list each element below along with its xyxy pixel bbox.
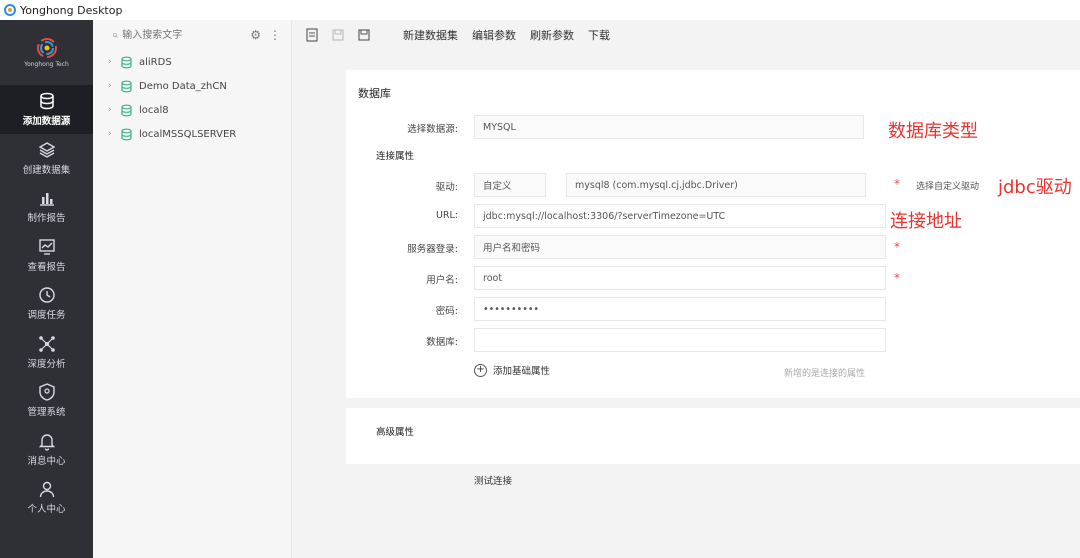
nav-label: 创建数据集 xyxy=(22,164,71,176)
database-icon xyxy=(121,128,132,140)
server-login-select[interactable]: 用户名和密码 xyxy=(474,235,886,259)
password-input[interactable]: •••••••••• xyxy=(474,297,886,321)
select-source-label: 选择数据源: xyxy=(407,124,458,135)
stack-icon xyxy=(38,141,55,158)
nav-create-dataset[interactable]: 创建数据集 xyxy=(0,134,93,183)
window-title: Yonghong Desktop xyxy=(20,3,123,17)
window-titlebar: Yonghong Desktop xyxy=(0,0,1080,20)
tree-search-input[interactable] xyxy=(118,26,239,44)
nav-schedule-task[interactable]: 调度任务 xyxy=(0,279,93,328)
tree-item-alirds[interactable]: › aliRDS xyxy=(93,50,291,74)
bell-icon xyxy=(38,434,55,451)
nav-label: 添加数据源 xyxy=(22,116,71,128)
driver-label: 驱动: xyxy=(435,182,458,193)
advanced-props-card xyxy=(346,408,1080,464)
add-basic-prop-label: 添加基础属性 xyxy=(493,366,551,377)
chevron-right-icon[interactable]: › xyxy=(108,57,120,67)
nav-add-datasource[interactable]: 添加数据源 xyxy=(0,85,93,134)
save-disabled-icon[interactable] xyxy=(331,28,345,42)
network-icon xyxy=(38,335,55,352)
username-input[interactable]: root xyxy=(474,266,886,290)
chevron-right-icon[interactable]: › xyxy=(108,129,120,139)
brand-logo: Yonghong Tech xyxy=(0,20,93,85)
username-label: 用户名: xyxy=(426,275,458,286)
tree-item-label: aliRDS xyxy=(139,56,172,68)
chevron-right-icon[interactable]: › xyxy=(108,105,120,115)
edit-params-button[interactable]: 编辑参数 xyxy=(472,27,516,43)
more-options-icon[interactable]: ⋮ xyxy=(269,28,281,42)
required-marker: * xyxy=(894,177,900,191)
tree-item-label: Demo Data_zhCN xyxy=(139,80,227,92)
main-nav: Yonghong Tech 添加数据源 创建数据集 制作报告 查看报告 调度任务… xyxy=(0,20,93,558)
database-icon xyxy=(121,104,132,116)
database-input[interactable] xyxy=(474,328,886,352)
tree-search-bar: ⚙ ⋮ xyxy=(93,20,291,50)
tree-item-local8[interactable]: › local8 xyxy=(93,98,291,122)
nav-admin-system[interactable]: 管理系统 xyxy=(0,376,93,425)
database-icon xyxy=(121,56,132,68)
nav-label: 个人中心 xyxy=(27,504,66,516)
nav-label: 调度任务 xyxy=(27,310,66,322)
nav-label: 查看报告 xyxy=(27,261,66,273)
brand-logo-icon xyxy=(36,38,57,58)
shield-icon xyxy=(38,383,55,401)
nav-make-report[interactable]: 制作报告 xyxy=(0,182,93,231)
advanced-props-title[interactable]: 高级属性 xyxy=(376,424,414,438)
clock-icon xyxy=(38,287,55,303)
new-dataset-button[interactable]: 新建数据集 xyxy=(403,27,458,43)
line-chart-icon xyxy=(38,239,55,255)
required-marker: * xyxy=(894,271,900,285)
gear-icon[interactable]: ⚙ xyxy=(250,28,261,42)
server-login-label: 服务器登录: xyxy=(407,244,458,255)
bar-chart-icon xyxy=(39,193,54,206)
nav-message-center[interactable]: 消息中心 xyxy=(0,425,93,474)
tree-item-localmssqlserver[interactable]: › localMSSQLSERVER xyxy=(93,122,291,146)
connection-props-title: 连接属性 xyxy=(376,151,415,162)
required-marker: * xyxy=(894,240,900,254)
nav-label: 制作报告 xyxy=(27,213,66,225)
tree-item-demo-data[interactable]: › Demo Data_zhCN xyxy=(93,74,291,98)
url-label: URL: xyxy=(435,210,458,221)
annotation-jdbc-driver: jdbc驱动 xyxy=(998,177,1072,198)
annotation-db-type: 数据库类型 xyxy=(888,121,978,142)
save-icon[interactable] xyxy=(357,28,371,42)
download-button[interactable]: 下载 xyxy=(588,27,610,43)
brand-name: Yonghong Tech xyxy=(24,61,69,68)
nav-label: 消息中心 xyxy=(27,455,66,467)
select-source-dropdown[interactable]: MYSQL xyxy=(474,115,864,139)
url-input[interactable]: jdbc:mysql://localhost:3306/?serverTimez… xyxy=(474,204,886,228)
app-logo-icon xyxy=(4,4,16,16)
password-label: 密码: xyxy=(435,306,458,317)
nav-personal-center[interactable]: 个人中心 xyxy=(0,473,93,522)
annotation-conn-address: 连接地址 xyxy=(890,211,962,232)
database-icon xyxy=(39,93,54,110)
driver-mode-select[interactable]: 自定义 xyxy=(474,173,546,197)
database-icon xyxy=(121,80,132,92)
chevron-right-icon[interactable]: › xyxy=(108,81,120,91)
nav-label: 管理系统 xyxy=(27,407,66,419)
nav-label: 深度分析 xyxy=(27,358,66,370)
custom-driver-button[interactable]: 选择自定义驱动 xyxy=(908,173,998,197)
plus-circle-icon: + xyxy=(474,363,487,377)
document-icon[interactable] xyxy=(305,28,319,42)
user-icon xyxy=(39,482,54,498)
main-toolbar: 新建数据集 编辑参数 刷新参数 下载 xyxy=(293,20,1080,50)
tree-item-label: localMSSQLSERVER xyxy=(139,128,237,140)
refresh-params-button[interactable]: 刷新参数 xyxy=(530,27,574,43)
database-label: 数据库: xyxy=(426,337,458,348)
nav-deep-analysis[interactable]: 深度分析 xyxy=(0,328,93,377)
tree-item-label: local8 xyxy=(139,104,169,116)
nav-view-report[interactable]: 查看报告 xyxy=(0,231,93,280)
driver-select[interactable]: mysql8 (com.mysql.cj.jdbc.Driver) xyxy=(566,173,866,197)
section-database-title: 数据库 xyxy=(358,87,391,100)
test-connection-button[interactable]: 测试连接 xyxy=(474,473,512,487)
prop-hint-text: 新增的是连接的属性 xyxy=(784,369,866,379)
add-basic-prop-button[interactable]: + 添加基础属性 xyxy=(474,363,550,377)
datasource-tree-panel: ⚙ ⋮ › aliRDS › Demo Data_zhCN › local8 ›… xyxy=(93,20,292,558)
